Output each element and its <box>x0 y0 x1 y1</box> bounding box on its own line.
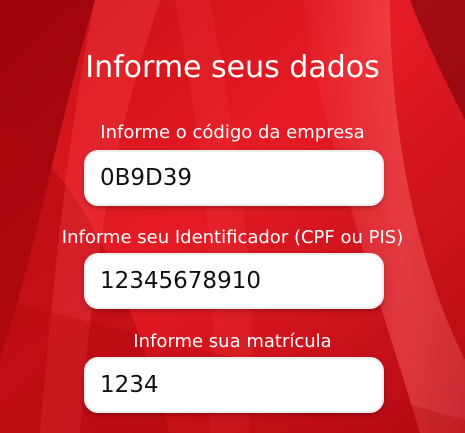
registration-field[interactable]: 1234 <box>84 357 384 413</box>
registration-value: 1234 <box>100 372 159 398</box>
company-code-label: Informe o código da empresa <box>100 122 365 143</box>
company-code-field[interactable]: 0B9D39 <box>84 150 384 206</box>
company-code-value: 0B9D39 <box>100 165 193 191</box>
login-form: Informe seus dados Informe o código da e… <box>0 0 465 433</box>
form-title: Informe seus dados <box>85 50 380 85</box>
identifier-value: 12345678910 <box>100 268 261 294</box>
registration-label: Informe sua matrícula <box>133 331 332 352</box>
identifier-label: Informe seu Identificador (CPF ou PIS) <box>61 227 404 248</box>
identifier-field[interactable]: 12345678910 <box>84 253 384 309</box>
